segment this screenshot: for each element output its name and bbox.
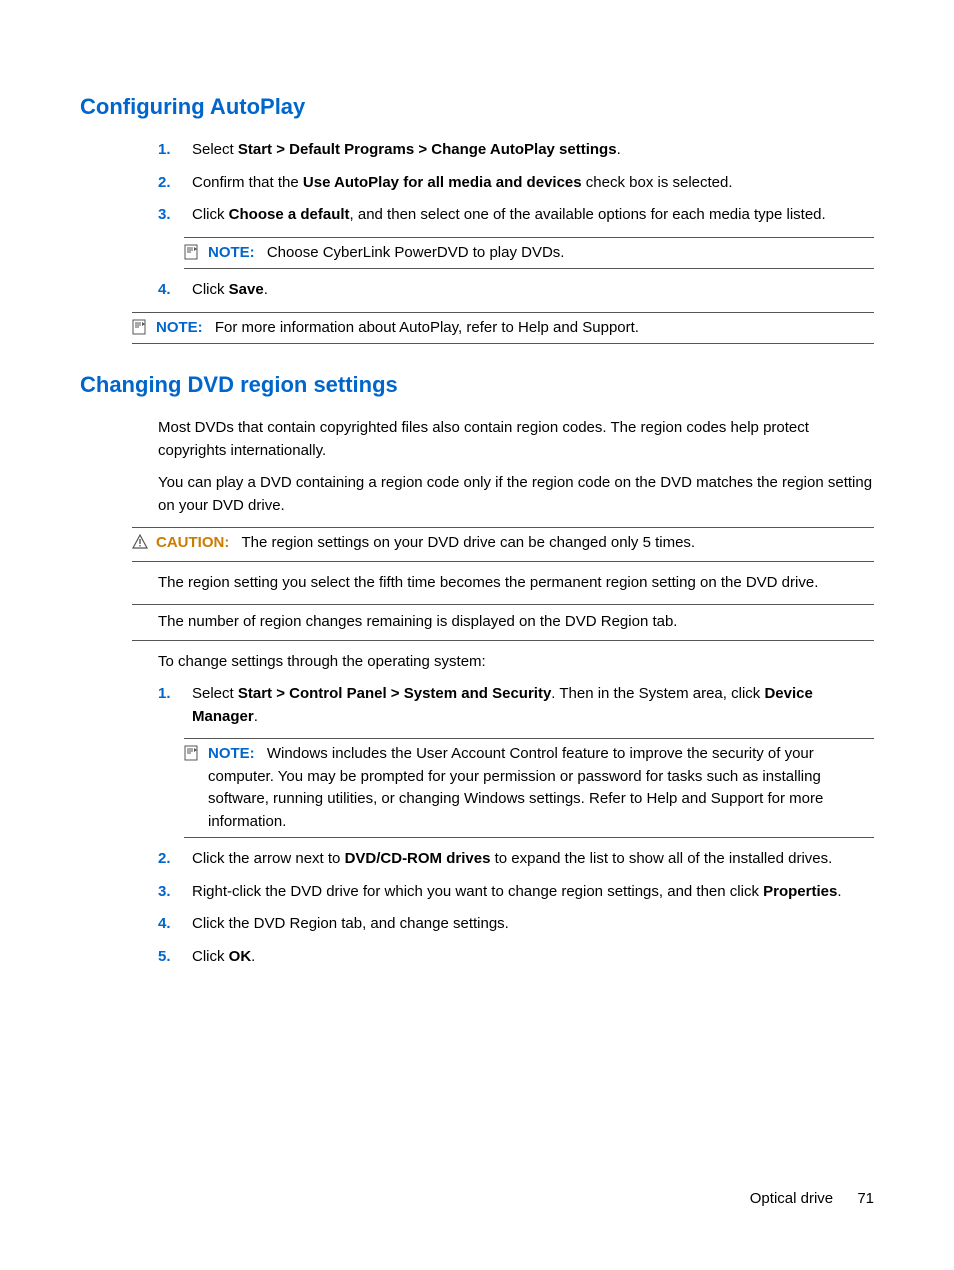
- note-text: Choose CyberLink PowerDVD to play DVDs.: [267, 244, 565, 261]
- page-footer: Optical drive 71: [750, 1188, 874, 1211]
- caution-text: The number of region changes remaining i…: [132, 611, 874, 634]
- note-icon: [184, 745, 200, 761]
- heading-changing-dvd-region: Changing DVD region settings: [80, 368, 874, 401]
- paragraph: To change settings through the operating…: [158, 651, 874, 674]
- caution-label: CAUTION:: [156, 534, 229, 551]
- step-number: 3.: [158, 204, 192, 227]
- note-box: NOTE: For more information about AutoPla…: [132, 312, 874, 345]
- heading-configuring-autoplay: Configuring AutoPlay: [80, 90, 874, 123]
- note-label: NOTE:: [156, 319, 203, 336]
- list-item: 5. Click OK.: [158, 946, 874, 969]
- footer-section: Optical drive: [750, 1190, 833, 1207]
- note-label: NOTE:: [208, 244, 255, 261]
- text: .: [837, 883, 841, 900]
- step-text: Click the arrow next to DVD/CD-ROM drive…: [192, 848, 874, 871]
- text: Click: [192, 948, 229, 965]
- text: Confirm that the: [192, 174, 303, 191]
- text: Right-click the DVD drive for which you …: [192, 883, 763, 900]
- step-text: Select Start > Default Programs > Change…: [192, 139, 874, 162]
- note-text: Windows includes the User Account Contro…: [208, 745, 823, 830]
- step-text: Right-click the DVD drive for which you …: [192, 881, 874, 904]
- bold-text: Save: [229, 281, 264, 298]
- bold-text: Start > Default Programs > Change AutoPl…: [238, 141, 617, 158]
- step-text: Click OK.: [192, 946, 874, 969]
- text: Click: [192, 281, 229, 298]
- text: Select: [192, 685, 238, 702]
- step-number: 4.: [158, 913, 192, 936]
- list-item: 3. Right-click the DVD drive for which y…: [158, 881, 874, 904]
- step-text: Confirm that the Use AutoPlay for all me…: [192, 172, 874, 195]
- note-label: NOTE:: [208, 745, 255, 762]
- list-item: 4. Click Save.: [158, 279, 874, 302]
- step-number: 2.: [158, 172, 192, 195]
- step-number: 3.: [158, 881, 192, 904]
- page: Configuring AutoPlay 1. Select Start > D…: [0, 0, 954, 1270]
- text: .: [617, 141, 621, 158]
- step-number: 4.: [158, 279, 192, 302]
- paragraph: Most DVDs that contain copyrighted files…: [158, 417, 874, 462]
- text: .: [251, 948, 255, 965]
- page-number: 71: [857, 1190, 874, 1207]
- bold-text: Properties: [763, 883, 837, 900]
- caution-content: CAUTION: The region settings on your DVD…: [156, 532, 695, 555]
- caution-text: The region setting you select the fifth …: [132, 572, 874, 595]
- step-text: Click the DVD Region tab, and change set…: [192, 913, 874, 936]
- text: Click the arrow next to: [192, 850, 345, 867]
- step-number: 2.: [158, 848, 192, 871]
- text: Select: [192, 141, 238, 158]
- note-text: For more information about AutoPlay, ref…: [215, 319, 639, 336]
- autoplay-steps: 1. Select Start > Default Programs > Cha…: [158, 139, 874, 302]
- list-item: 2. Confirm that the Use AutoPlay for all…: [158, 172, 874, 195]
- bold-text: Choose a default: [229, 206, 350, 223]
- caution-icon: [132, 534, 148, 550]
- bold-text: OK: [229, 948, 252, 965]
- text: check box is selected.: [582, 174, 733, 191]
- list-item: 4. Click the DVD Region tab, and change …: [158, 913, 874, 936]
- bold-text: Start > Control Panel > System and Secur…: [238, 685, 551, 702]
- paragraph: You can play a DVD containing a region c…: [158, 472, 874, 517]
- note-box: NOTE: Choose CyberLink PowerDVD to play …: [184, 237, 874, 270]
- text: . Then in the System area, click: [551, 685, 764, 702]
- list-item: 2. Click the arrow next to DVD/CD-ROM dr…: [158, 848, 874, 871]
- text: .: [264, 281, 268, 298]
- note-content: NOTE: Windows includes the User Account …: [208, 743, 874, 833]
- step-text: Click Choose a default, and then select …: [192, 204, 874, 227]
- text: Click: [192, 206, 229, 223]
- step-number: 1.: [158, 683, 192, 706]
- list-item: 1. Select Start > Default Programs > Cha…: [158, 139, 874, 162]
- note-icon: [132, 319, 148, 335]
- caution-box: CAUTION: The region settings on your DVD…: [132, 527, 874, 641]
- text: , and then select one of the available o…: [350, 206, 826, 223]
- step-text: Click Save.: [192, 279, 874, 302]
- step-number: 1.: [158, 139, 192, 162]
- note-content: NOTE: Choose CyberLink PowerDVD to play …: [208, 242, 564, 265]
- list-item: 3. Click Choose a default, and then sele…: [158, 204, 874, 227]
- region-steps: 1. Select Start > Control Panel > System…: [158, 683, 874, 968]
- list-item: 1. Select Start > Control Panel > System…: [158, 683, 874, 728]
- note-box: NOTE: Windows includes the User Account …: [184, 738, 874, 838]
- note-content: NOTE: For more information about AutoPla…: [156, 317, 639, 340]
- bold-text: Use AutoPlay for all media and devices: [303, 174, 582, 191]
- text: to expand the list to show all of the in…: [490, 850, 832, 867]
- caution-text: The region settings on your DVD drive ca…: [242, 534, 696, 551]
- step-number: 5.: [158, 946, 192, 969]
- note-icon: [184, 244, 200, 260]
- step-text: Select Start > Control Panel > System an…: [192, 683, 874, 728]
- bold-text: DVD/CD-ROM drives: [345, 850, 491, 867]
- text: .: [254, 708, 258, 725]
